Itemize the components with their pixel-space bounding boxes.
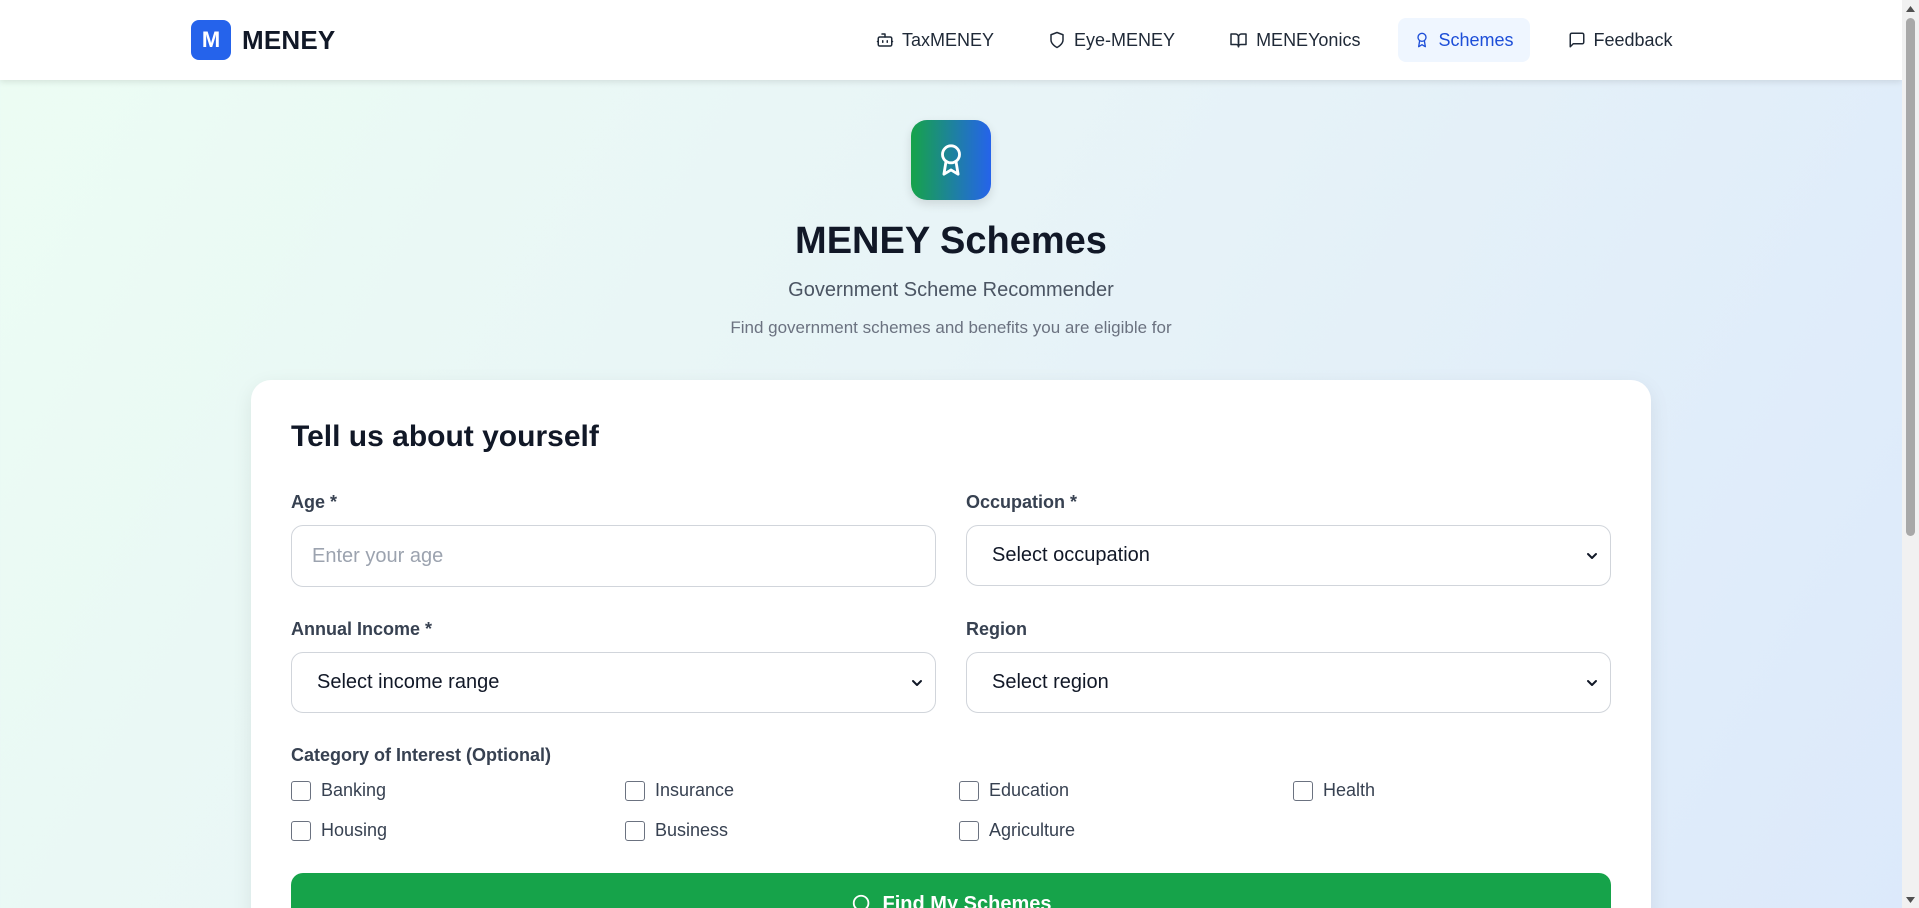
nav-item-label: Feedback xyxy=(1593,29,1673,50)
income-select[interactable]: Select income range xyxy=(291,652,936,713)
message-square-icon xyxy=(1569,32,1584,48)
scroll-down-arrow[interactable] xyxy=(1902,891,1919,908)
award-icon xyxy=(1417,32,1428,48)
checkbox[interactable] xyxy=(1293,780,1313,801)
main-nav: TaxMENEY Eye-MENEY MENEYonics Schemes Fe… xyxy=(860,18,1711,62)
page-subtitle: Government Scheme Recommender xyxy=(788,279,1114,301)
category-option-insurance[interactable]: Insurance xyxy=(625,780,959,801)
brand-badge: M xyxy=(191,20,231,60)
category-option-education[interactable]: Education xyxy=(959,780,1293,801)
nav-item-label: Eye-MENEY xyxy=(1074,29,1176,50)
nav-item-feedback[interactable]: Feedback xyxy=(1552,18,1689,62)
category-row-2: Housing Business Agriculture xyxy=(291,820,1293,841)
scrollbar-thumb[interactable] xyxy=(1906,18,1915,536)
category-option-label: Health xyxy=(1323,780,1376,800)
nav-item-label: MENEYonics xyxy=(1256,29,1361,50)
category-option-business[interactable]: Business xyxy=(625,820,959,841)
occupation-select[interactable]: Select occupation xyxy=(966,525,1611,586)
category-row-1: Banking Insurance Education Health xyxy=(291,780,1627,801)
chevron-down-icon xyxy=(1587,679,1597,686)
robot-icon xyxy=(876,33,894,47)
checkbox[interactable] xyxy=(625,780,645,801)
income-label: Annual Income * xyxy=(291,619,433,639)
brand-logo[interactable]: M MENEY xyxy=(191,20,335,60)
checkbox[interactable] xyxy=(291,820,311,841)
nav-item-label: Schemes xyxy=(1438,29,1514,50)
search-icon xyxy=(852,894,869,908)
category-option-banking[interactable]: Banking xyxy=(291,780,625,801)
page-title: MENEY Schemes xyxy=(795,220,1107,262)
page-scrollbar[interactable] xyxy=(1902,0,1919,908)
checkbox[interactable] xyxy=(625,820,645,841)
nav-item-eye-meney[interactable]: Eye-MENEY xyxy=(1032,18,1191,62)
award-icon xyxy=(941,144,961,176)
occupation-label: Occupation * xyxy=(966,492,1078,512)
category-option-label: Insurance xyxy=(655,780,735,800)
checkbox[interactable] xyxy=(959,820,979,841)
page-description: Find government schemes and benefits you… xyxy=(730,318,1172,337)
book-open-icon xyxy=(1230,33,1247,48)
shield-icon xyxy=(1050,31,1064,49)
chevron-down-icon xyxy=(1587,552,1597,559)
age-input[interactable] xyxy=(291,525,936,587)
region-select-value: Select region xyxy=(992,671,1109,693)
occupation-select-value: Select occupation xyxy=(992,544,1150,566)
category-option-label: Housing xyxy=(321,820,388,840)
region-label: Region xyxy=(966,619,1027,639)
profile-form-card: Tell us about yourself Age * Occupation … xyxy=(251,380,1651,908)
find-schemes-button[interactable]: Find My Schemes xyxy=(291,873,1611,908)
nav-item-label: TaxMENEY xyxy=(902,29,995,50)
checkbox[interactable] xyxy=(291,780,311,801)
category-option-label: Agriculture xyxy=(989,820,1076,840)
nav-item-taxmeney[interactable]: TaxMENEY xyxy=(860,18,1010,62)
region-select[interactable]: Select region xyxy=(966,652,1611,713)
category-option-label: Banking xyxy=(321,780,387,800)
nav-item-schemes[interactable]: Schemes xyxy=(1398,18,1530,62)
category-option-label: Business xyxy=(655,820,729,840)
chevron-down-icon xyxy=(912,679,922,686)
age-label: Age * xyxy=(291,492,338,512)
find-schemes-label: Find My Schemes xyxy=(882,892,1052,908)
form-title: Tell us about yourself xyxy=(291,420,599,453)
category-option-housing[interactable]: Housing xyxy=(291,820,625,841)
category-label: Category of Interest (Optional) xyxy=(291,745,552,765)
income-select-value: Select income range xyxy=(317,671,500,693)
nav-item-meneyonics[interactable]: MENEYonics xyxy=(1213,18,1376,62)
category-option-agriculture[interactable]: Agriculture xyxy=(959,820,1293,841)
top-navbar: M MENEY TaxMENEY Eye-MENEY MENEYonics Sc… xyxy=(0,0,1902,80)
hero-award-badge xyxy=(911,120,991,200)
category-option-label: Education xyxy=(989,780,1070,800)
category-option-health[interactable]: Health xyxy=(1293,780,1627,801)
scroll-up-arrow[interactable] xyxy=(1902,0,1919,17)
brand-name: MENEY xyxy=(242,24,336,55)
checkbox[interactable] xyxy=(959,780,979,801)
